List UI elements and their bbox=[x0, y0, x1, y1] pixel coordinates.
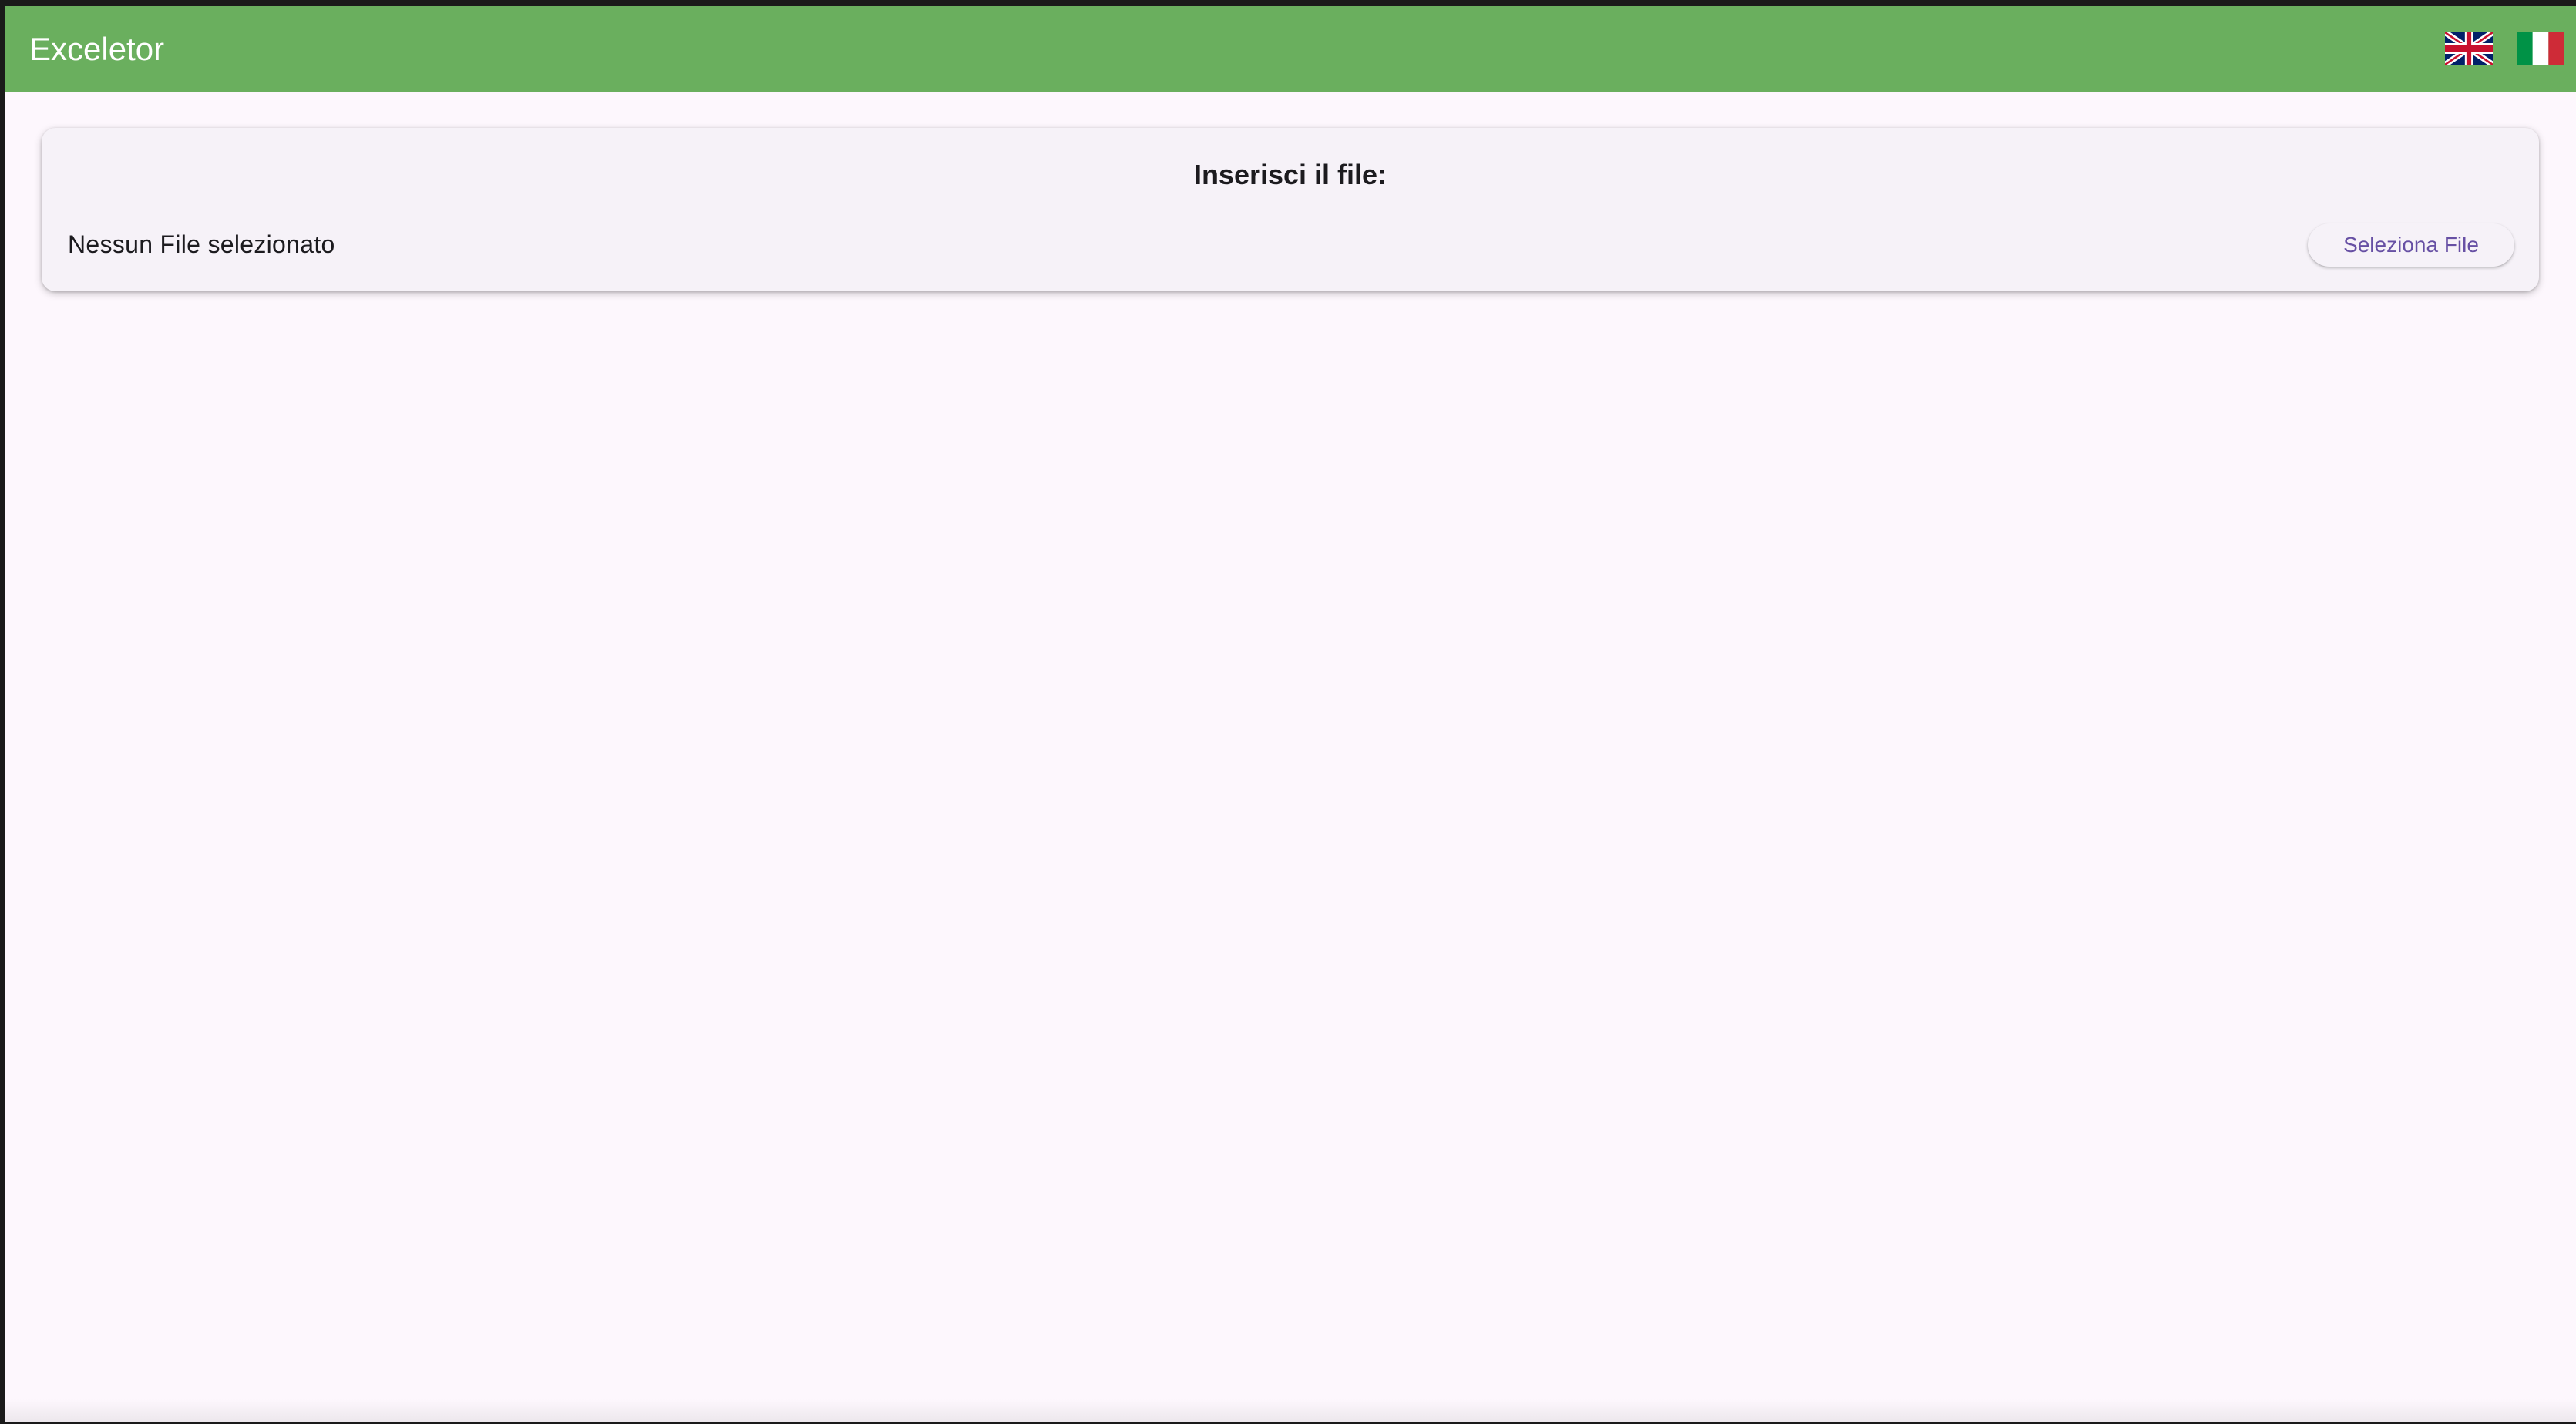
select-file-button[interactable]: Seleziona File bbox=[2308, 223, 2514, 267]
app-title: Exceletor bbox=[29, 31, 165, 67]
file-status-text: Nessun File selezionato bbox=[68, 230, 335, 258]
upload-card-title: Inserisci il file: bbox=[1193, 159, 1387, 190]
italy-flag-icon[interactable] bbox=[2517, 32, 2564, 65]
file-upload-card: Inserisci il file: Nessun File seleziona… bbox=[42, 128, 2539, 291]
bottom-edge-shadow bbox=[5, 1399, 2576, 1422]
app-window: Exceletor Inserisci il file: Nessun File… bbox=[5, 6, 2576, 1422]
app-bar: Exceletor bbox=[5, 6, 2576, 92]
uk-flag-icon[interactable] bbox=[2445, 32, 2493, 65]
